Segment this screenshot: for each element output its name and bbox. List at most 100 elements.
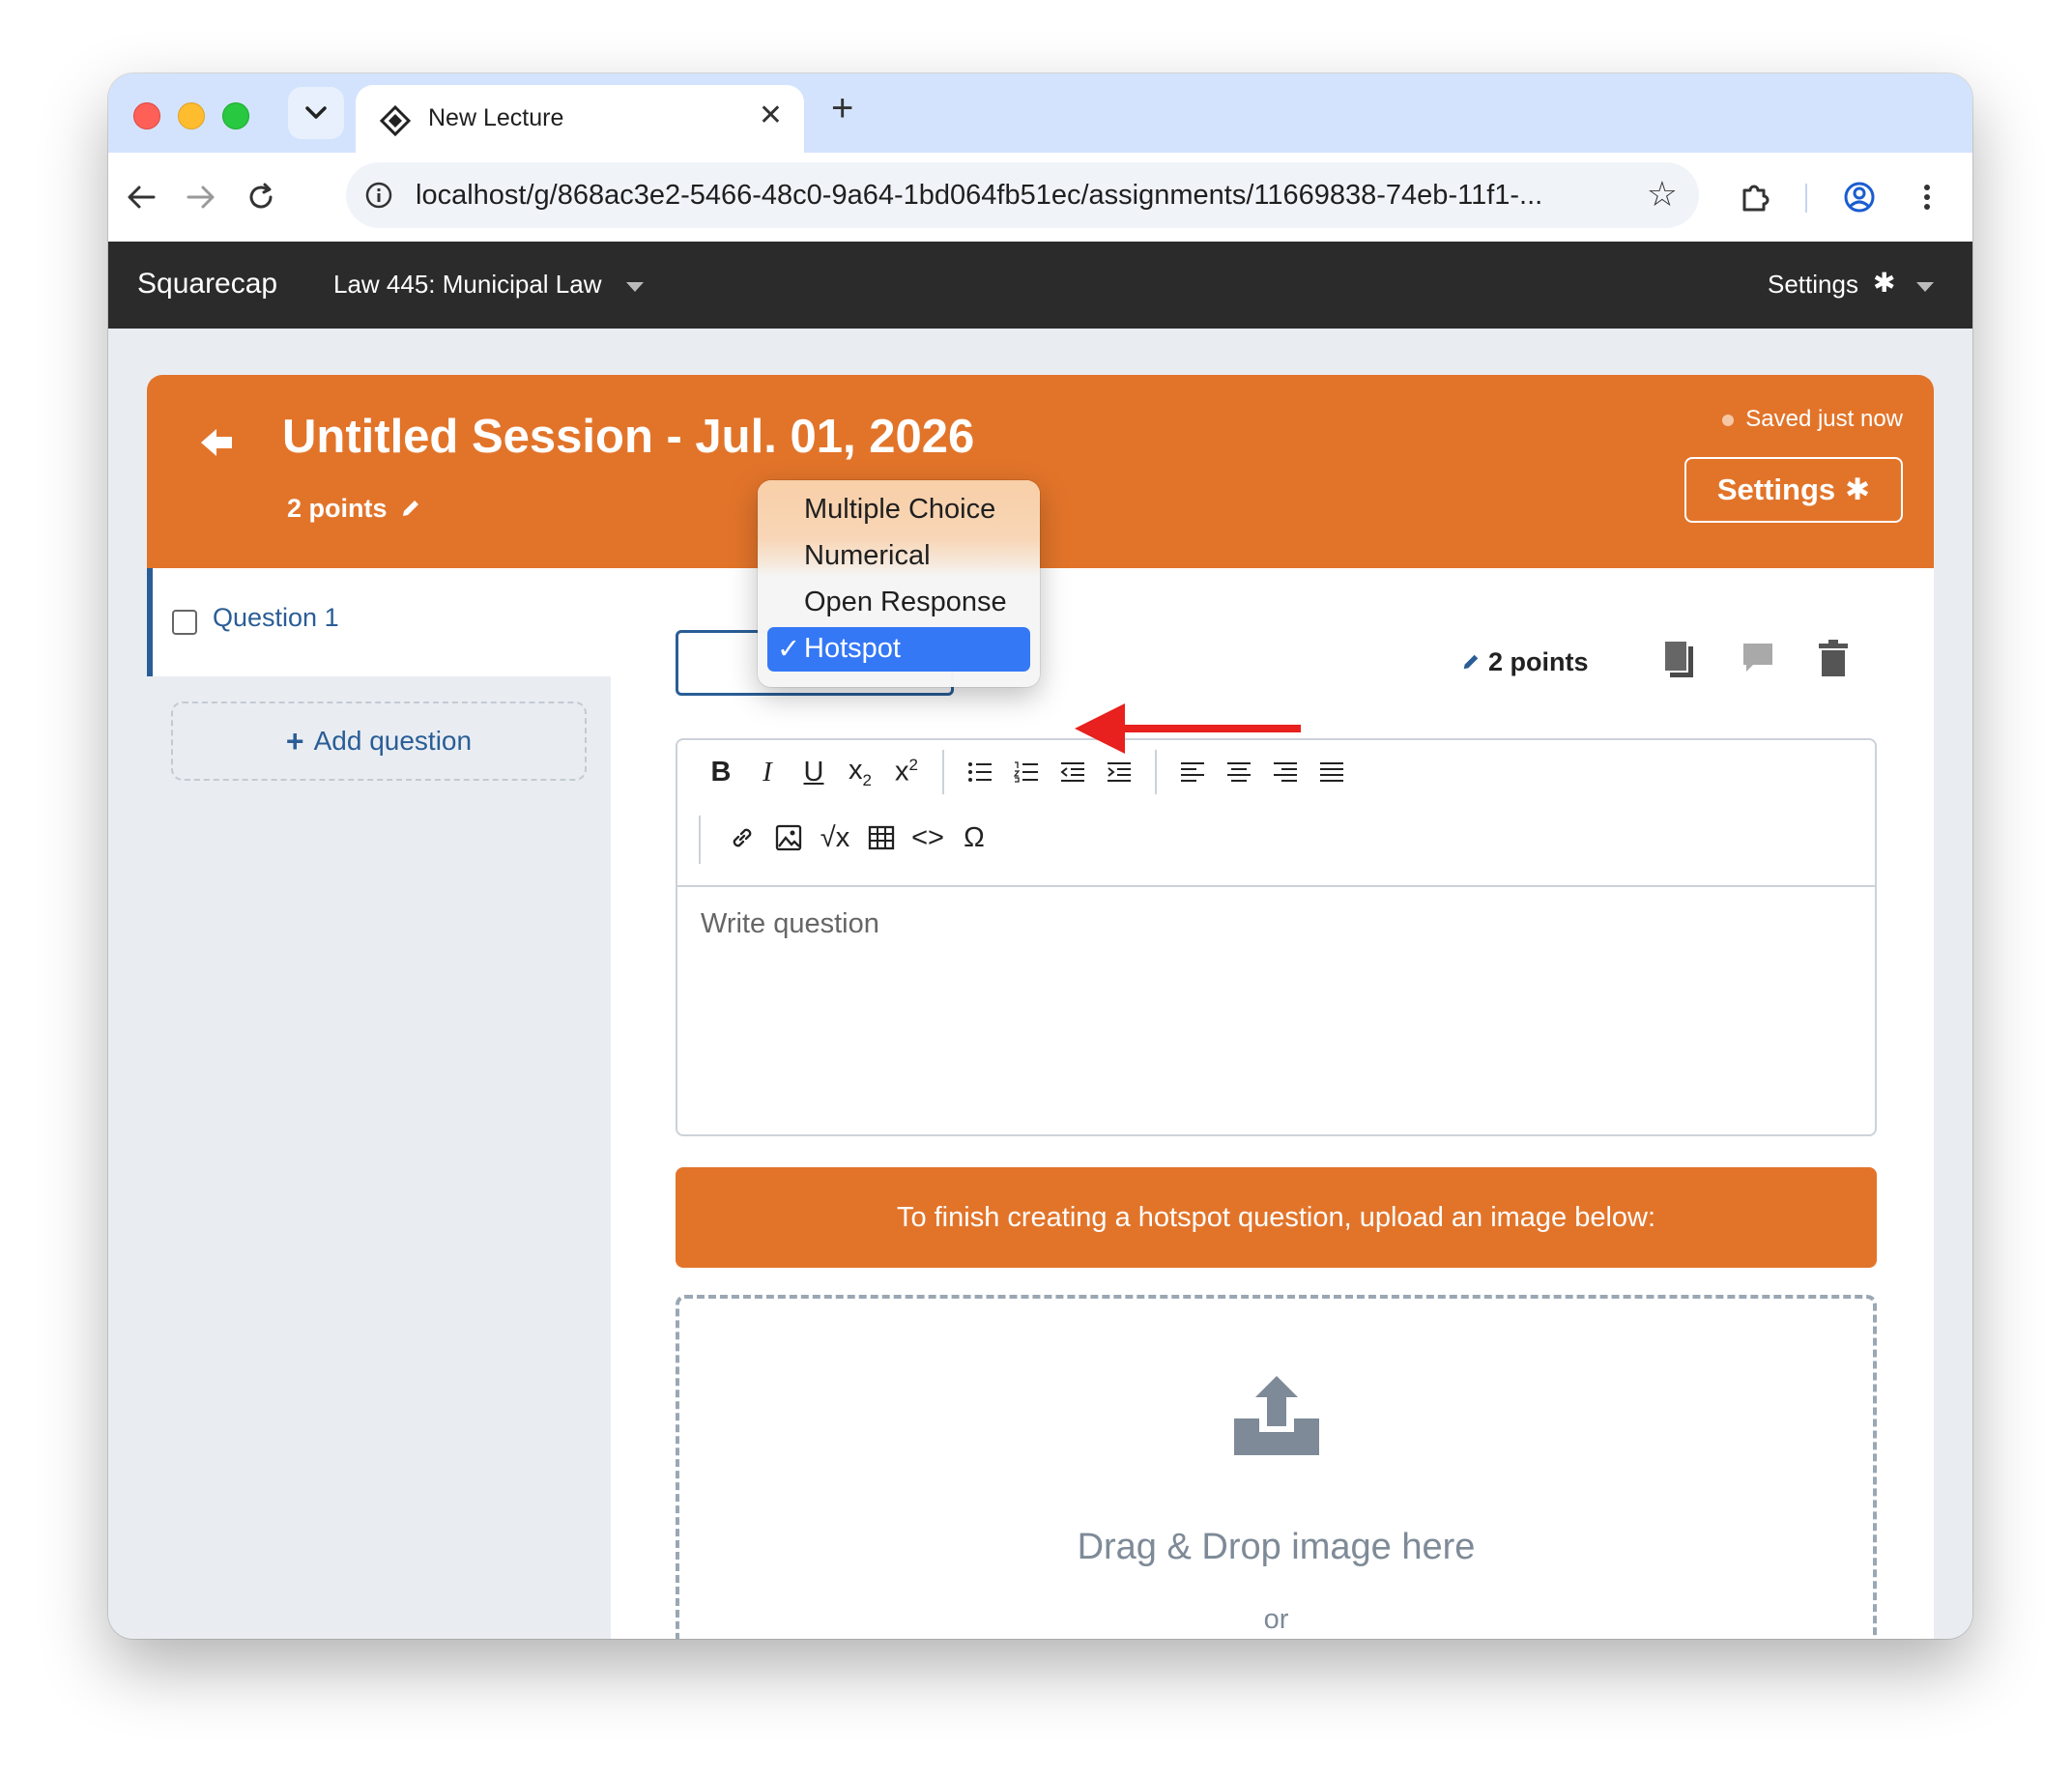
session-settings-button[interactable]: Settings ✱ (1684, 457, 1903, 523)
course-selector[interactable]: Law 445: Municipal Law (333, 270, 602, 300)
course-caret-icon[interactable] (626, 282, 644, 292)
image-dropzone[interactable]: Drag & Drop image here or (676, 1295, 1877, 1639)
table-button[interactable] (857, 814, 906, 862)
question-text-input[interactable]: Write question (701, 908, 879, 940)
question-checkbox[interactable] (172, 610, 197, 635)
option-label: Hotspot (804, 633, 901, 664)
session-settings-label: Settings (1716, 473, 1836, 506)
reload-icon (249, 183, 273, 209)
numbered-list-button[interactable] (1002, 748, 1050, 796)
app-navbar: Squarecap Law 445: Municipal Law Setting… (108, 242, 1972, 329)
brand-logo[interactable]: Squarecap (137, 268, 277, 301)
link-button[interactable] (718, 814, 766, 862)
option-label: Numerical (804, 540, 931, 571)
bold-button[interactable]: B (697, 748, 745, 796)
italic-button[interactable]: I (743, 748, 791, 796)
option-hotspot[interactable]: ✓ Hotspot (767, 627, 1030, 672)
forward-arrow-icon (187, 186, 215, 209)
browser-window: New Lecture ✕ + localhost/g/868ac3e2-546… (108, 73, 1972, 1639)
add-question-button[interactable]: + Add question (171, 702, 587, 781)
underline-button[interactable]: U (790, 748, 838, 796)
superscript-icon: x2 (895, 756, 918, 788)
gear-icon[interactable]: ✱ (1873, 267, 1895, 299)
pencil-icon (403, 501, 419, 516)
comment-icon[interactable] (1741, 642, 1774, 674)
toolbar-divider (1155, 750, 1157, 794)
question-points[interactable]: 2 points (1461, 647, 1589, 677)
align-left-icon (1181, 762, 1204, 782)
back-arrow-icon (128, 186, 156, 209)
bookmark-star-icon[interactable]: ☆ (1647, 174, 1678, 215)
close-window-button[interactable] (133, 102, 160, 129)
back-arrow-icon[interactable] (197, 423, 236, 462)
squarecap-favicon-icon (379, 104, 412, 137)
reload-button[interactable] (238, 174, 284, 220)
session-header: Untitled Session - Jul. 01, 2026 2 point… (147, 375, 1934, 568)
status-dot-icon (1722, 414, 1735, 426)
align-center-icon (1227, 762, 1251, 782)
tab-strip: New Lecture ✕ + (108, 73, 1972, 153)
subscript-icon: x2 (849, 754, 872, 789)
outdent-icon (1060, 762, 1084, 782)
forward-button[interactable] (178, 174, 224, 220)
dropzone-text: Drag & Drop image here (1077, 1527, 1476, 1567)
account-icon (1844, 182, 1875, 213)
session-points[interactable]: 2 points (287, 494, 421, 524)
justify-button[interactable] (1308, 748, 1356, 796)
question-type-dropdown: Multiple Choice Numerical Open Response … (758, 480, 1040, 687)
image-button[interactable] (764, 814, 813, 862)
address-bar[interactable]: localhost/g/868ac3e2-5466-48c0-9a64-1bd0… (346, 162, 1699, 228)
upload-icon (1234, 1376, 1319, 1455)
option-numerical[interactable]: Numerical (767, 534, 1030, 579)
session-points-label: 2 points (287, 494, 388, 523)
question-points-label: 2 points (1488, 647, 1589, 676)
profile-button[interactable] (1836, 174, 1883, 220)
option-open-response[interactable]: Open Response (767, 581, 1030, 625)
rich-text-editor: B I U x2 x2 √x <> Ω Write question (676, 738, 1877, 1136)
table-icon (868, 825, 895, 850)
page-content: Untitled Session - Jul. 01, 2026 2 point… (108, 329, 1972, 1639)
hotspot-banner: To finish creating a hotspot question, u… (676, 1167, 1877, 1268)
sqrt-icon: √x (820, 821, 850, 853)
option-multiple-choice[interactable]: Multiple Choice (767, 488, 1030, 532)
puzzle-icon (1742, 185, 1770, 212)
duplicate-icon[interactable] (1663, 640, 1694, 678)
browser-menu-button[interactable] (1904, 174, 1950, 220)
subscript-button[interactable]: x2 (836, 748, 884, 796)
question-label: Question 1 (213, 603, 339, 632)
maximize-window-button[interactable] (222, 102, 249, 129)
plus-icon: + (285, 723, 304, 759)
browser-tab[interactable]: New Lecture ✕ (356, 85, 804, 153)
tab-search-button[interactable] (288, 87, 344, 139)
back-button[interactable] (118, 174, 164, 220)
saved-status-text: Saved just now (1745, 406, 1903, 432)
align-right-icon (1274, 762, 1297, 782)
settings-menu[interactable]: Settings (1768, 270, 1858, 300)
superscript-button[interactable]: x2 (882, 748, 931, 796)
session-title[interactable]: Untitled Session - Jul. 01, 2026 (282, 410, 974, 464)
trash-icon[interactable] (1819, 640, 1848, 676)
annotation-arrow-icon (1075, 703, 1301, 754)
indent-icon (1108, 762, 1131, 782)
toolbar-divider (942, 750, 944, 794)
bullet-list-button[interactable] (956, 748, 1004, 796)
special-character-button[interactable]: Ω (950, 814, 998, 862)
settings-caret-icon[interactable] (1916, 282, 1934, 292)
pencil-icon (1463, 654, 1479, 670)
kebab-menu-icon (1924, 185, 1930, 210)
equation-button[interactable]: √x (811, 814, 859, 862)
minimize-window-button[interactable] (178, 102, 205, 129)
toolbar-divider (1805, 184, 1807, 213)
chevron-down-icon (305, 106, 327, 119)
code-button[interactable]: <> (904, 814, 952, 862)
extensions-button[interactable] (1732, 174, 1778, 220)
new-tab-icon[interactable]: + (831, 87, 853, 130)
add-question-label: Add question (313, 726, 473, 756)
image-icon (775, 824, 802, 851)
editor-toolbar: B I U x2 x2 √x <> Ω (677, 740, 1875, 887)
site-info-icon[interactable] (360, 176, 398, 215)
sidebar-item-question-1[interactable]: Question 1 (147, 568, 611, 676)
justify-icon (1320, 762, 1343, 782)
browser-toolbar: localhost/g/868ac3e2-5466-48c0-9a64-1bd0… (108, 153, 1972, 242)
close-tab-icon[interactable]: ✕ (759, 99, 783, 132)
